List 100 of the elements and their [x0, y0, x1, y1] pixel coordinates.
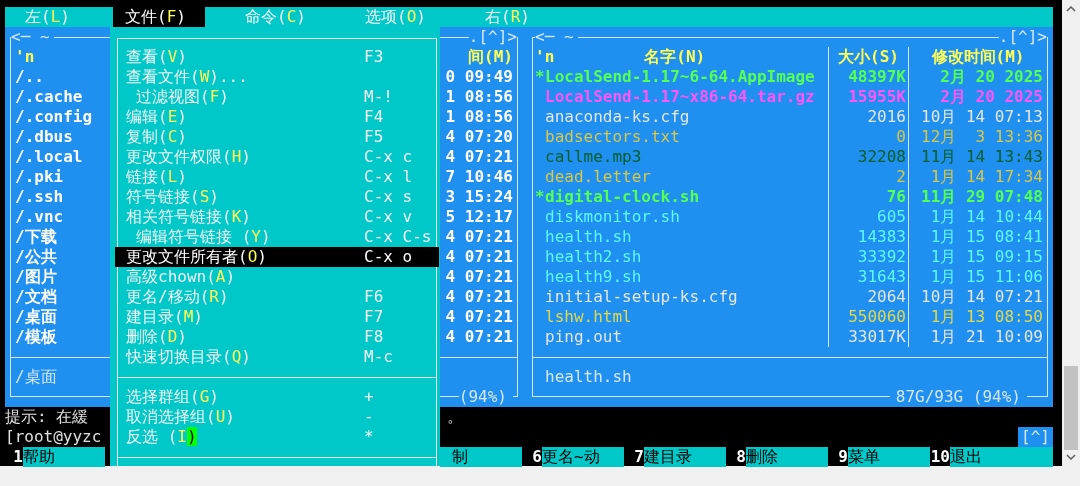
- function-key-button[interactable]: 建目录: [644, 447, 726, 467]
- menu-bar-item[interactable]: 命令(C): [233, 7, 325, 27]
- directory-name[interactable]: /.vnc: [15, 207, 64, 227]
- menu-shortcut: F8: [364, 327, 384, 347]
- directory-name[interactable]: /..: [15, 67, 44, 87]
- menu-item[interactable]: 复制(C) F5: [115, 127, 439, 147]
- function-key-number: 8: [735, 447, 746, 467]
- menu-item[interactable]: 删除(D) F8: [115, 327, 439, 347]
- function-key-number: 9: [837, 447, 848, 467]
- directory-name[interactable]: /公共: [15, 247, 57, 267]
- column-heading[interactable]: 'n: [535, 47, 555, 67]
- menu-bar-item[interactable]: 左(L): [13, 7, 105, 27]
- file-row[interactable]: diskmonitor.sh 605 1月 14 10:44: [533, 207, 1047, 227]
- modified-time: 10月 14 07:21: [921, 287, 1043, 306]
- menu-shortcut: F3: [364, 47, 384, 67]
- directory-name[interactable]: /.dbus: [15, 127, 73, 147]
- file-row[interactable]: ping.out 33017K 1月 21 10:09: [533, 327, 1047, 347]
- function-key-button[interactable]: 帮助: [23, 447, 105, 467]
- modified-time: 11月 14 13:43: [921, 147, 1043, 166]
- function-key-button[interactable]: 删除: [746, 447, 828, 467]
- function-key-number: 6: [531, 447, 542, 467]
- scroll-thumb[interactable]: [1064, 366, 1078, 450]
- file-row[interactable]: *LocalSend-1.17~6-64.AppImage 48397K 2月 20 2025: [533, 67, 1047, 87]
- menu-bar-item[interactable]: 右(R): [473, 7, 565, 27]
- menu-item[interactable]: 符号链接(S) C-x s: [115, 187, 439, 207]
- file-row[interactable]: health2.sh 33392 1月 15 09:15: [533, 247, 1047, 267]
- directory-name[interactable]: /桌面: [15, 307, 57, 327]
- modified-time: 4 07:20: [445, 127, 513, 147]
- menu-shortcut: C-x c: [364, 147, 413, 167]
- column-heading[interactable]: 修改时间(M): [931, 47, 1025, 66]
- menu-item[interactable]: 链接(L) C-x l: [115, 167, 439, 187]
- file-size: 33017K: [848, 327, 906, 346]
- directory-name[interactable]: /文档: [15, 287, 57, 307]
- menu-bar-item[interactable]: 选项(O): [353, 7, 445, 27]
- modified-time: 7 10:46: [445, 167, 513, 187]
- menu-shortcut: F7: [364, 307, 384, 327]
- column-heading[interactable]: 名字(N): [644, 47, 706, 67]
- directory-name[interactable]: /.cache: [15, 87, 83, 107]
- file-size: 48397K: [848, 67, 906, 86]
- command-prompt[interactable]: [root@yyzc: [5, 427, 102, 447]
- file-row[interactable]: health9.sh 31643 1月 15 11:06: [533, 267, 1047, 287]
- menu-item[interactable]: 取消选择组(U) -: [115, 407, 439, 427]
- modified-time: 0 09:49: [445, 67, 513, 87]
- menu-item[interactable]: 查看文件(W)...: [115, 67, 439, 87]
- history-button[interactable]: [^]: [1018, 427, 1053, 447]
- file-size: 2064: [867, 287, 906, 306]
- menu-item[interactable]: 快速切换目录(Q) M-c: [115, 347, 439, 367]
- function-key-button[interactable]: 退出: [950, 447, 1053, 467]
- menu-item[interactable]: 选择群组(G) +: [115, 387, 439, 407]
- menu-item[interactable]: 编辑符号链接 (Y) C-x C-s: [115, 227, 439, 247]
- column-heading[interactable]: 间(M): [468, 47, 513, 67]
- file-row[interactable]: *digital-clock.sh 76 11月 29 07:48: [533, 187, 1047, 207]
- directory-name[interactable]: /模板: [15, 327, 57, 347]
- directory-name[interactable]: /.local: [15, 147, 83, 167]
- menu-item[interactable]: 建目录(M) F7: [115, 307, 439, 327]
- menu-item[interactable]: 更名/移动(R) F6: [115, 287, 439, 307]
- panel-history-button[interactable]: .[^]>: [998, 27, 1047, 47]
- column-heading[interactable]: 'n: [15, 47, 35, 67]
- file-row[interactable]: callme.mp3 32208 11月 14 13:43: [533, 147, 1047, 167]
- menu-shortcut: M-c: [364, 347, 393, 367]
- column-heading[interactable]: 大小(S): [838, 47, 899, 66]
- menu-shortcut: C-x C-s: [364, 227, 432, 247]
- modified-time: 12月 3 13:36: [921, 127, 1043, 146]
- scroll-down-icon[interactable]: [1066, 454, 1076, 460]
- file-size: 2: [896, 167, 906, 186]
- mini-status: health.sh: [545, 367, 632, 386]
- modified-time: 2月 20 2025: [940, 67, 1043, 86]
- menu-item[interactable]: 更改文件权限(H) C-x c: [115, 147, 439, 167]
- menu-item[interactable]: 编辑(E) F4: [115, 107, 439, 127]
- modified-time: 2月 20 2025: [940, 87, 1043, 106]
- scroll-up-icon[interactable]: [1066, 6, 1076, 12]
- menu-item[interactable]: 相关符号链接(K) C-x v: [115, 207, 439, 227]
- directory-name[interactable]: /.pki: [15, 167, 64, 187]
- directory-name[interactable]: /.config: [15, 107, 93, 127]
- file-size: 32208: [857, 147, 906, 166]
- modified-time: 3 15:24: [445, 187, 513, 207]
- file-row[interactable]: health.sh 14383 1月 15 08:41: [533, 227, 1047, 247]
- menu-bar-item[interactable]: 文件(F): [113, 7, 205, 27]
- file-row[interactable]: anaconda-ks.cfg 2016 10月 14 07:13: [533, 107, 1047, 127]
- directory-name[interactable]: /.ssh: [15, 187, 64, 207]
- menu-item[interactable]: 过滤视图(F) M-!: [115, 87, 439, 107]
- file-row[interactable]: lshw.html 550060 1月 13 08:50: [533, 307, 1047, 327]
- menu-item[interactable]: 更改文件所有者(O) C-x o: [115, 247, 439, 267]
- file-size: 0: [896, 127, 906, 146]
- menu-item[interactable]: 反选 (I) *: [115, 427, 439, 447]
- function-key-button[interactable]: 更名~动: [542, 447, 624, 467]
- function-key-button[interactable]: 制: [440, 447, 522, 467]
- menu-shortcut: F4: [364, 107, 384, 127]
- file-row[interactable]: badsectors.txt 0 12月 3 13:36: [533, 127, 1047, 147]
- directory-name[interactable]: /下载: [15, 227, 57, 247]
- file-row[interactable]: initial-setup-ks.cfg 2064 10月 14 07:21: [533, 287, 1047, 307]
- directory-name[interactable]: /图片: [15, 267, 57, 287]
- scrollbar[interactable]: [1062, 0, 1080, 466]
- panel-history-button[interactable]: .[^]>: [468, 27, 517, 47]
- file-name: badsectors.txt: [545, 127, 680, 147]
- menu-item[interactable]: 查看(V) F3: [115, 47, 439, 67]
- menu-item[interactable]: 高级chown(A): [115, 267, 439, 287]
- file-row[interactable]: dead.letter 2 1月 14 17:34: [533, 167, 1047, 187]
- function-key-button[interactable]: 菜单: [848, 447, 930, 467]
- modified-time: 1月 21 10:09: [930, 327, 1043, 346]
